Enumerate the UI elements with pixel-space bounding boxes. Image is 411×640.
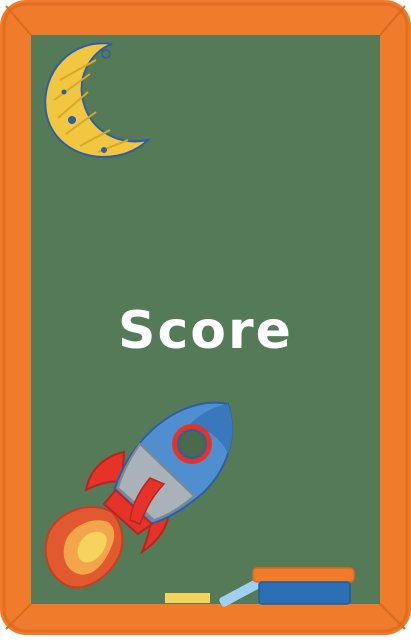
board-eraser [252, 567, 355, 605]
chalkboard: Score [0, 0, 411, 635]
chalk-stick [165, 593, 210, 603]
score-title: Score [118, 301, 293, 361]
